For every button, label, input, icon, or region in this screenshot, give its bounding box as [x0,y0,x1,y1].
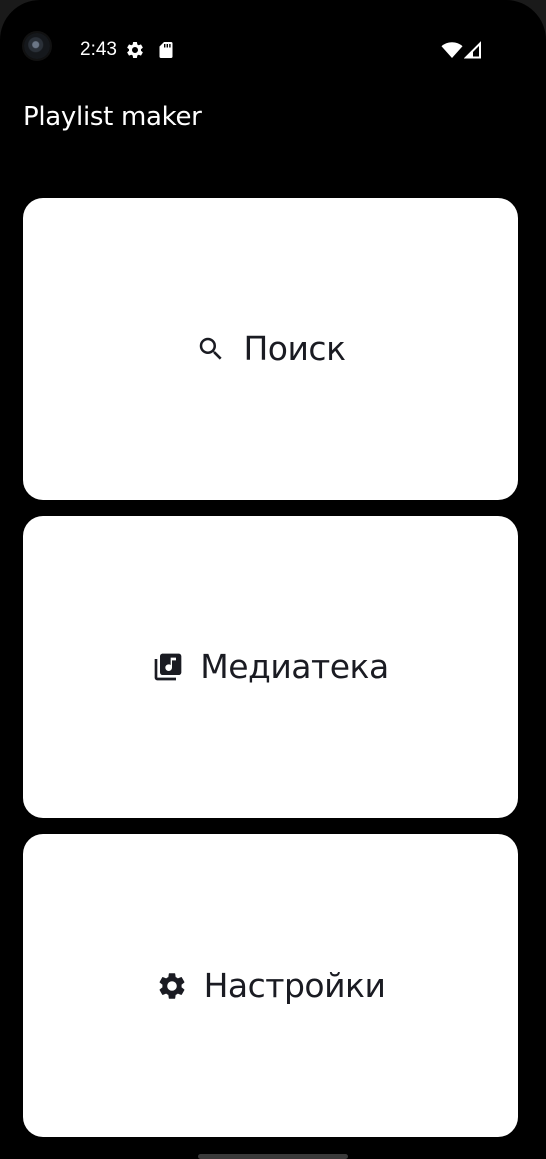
cellular-signal-icon [464,41,481,59]
media-library-button[interactable]: Медиатека [23,516,518,818]
camera-lens-icon [24,33,50,59]
status-bar: 2:43 [0,0,546,100]
sd-card-icon [159,42,173,58]
page-title: Playlist maker [23,102,202,132]
phone-screen: 2:43 Playlist maker Поиск Медиатека Наст… [0,0,546,1159]
media-library-button-label: Медиатека [200,647,389,686]
music-library-icon [152,651,184,683]
settings-gear-icon [127,41,143,58]
settings-button-label: Настройки [203,965,386,1005]
settings-icon [156,970,188,1002]
search-button-label: Поиск [243,329,346,368]
status-time: 2:43 [80,39,117,60]
settings-button[interactable]: Настройки [23,834,518,1137]
home-indicator[interactable] [198,1154,348,1159]
wifi-icon [441,42,463,58]
search-button[interactable]: Поиск [23,198,518,500]
search-icon [195,333,227,365]
